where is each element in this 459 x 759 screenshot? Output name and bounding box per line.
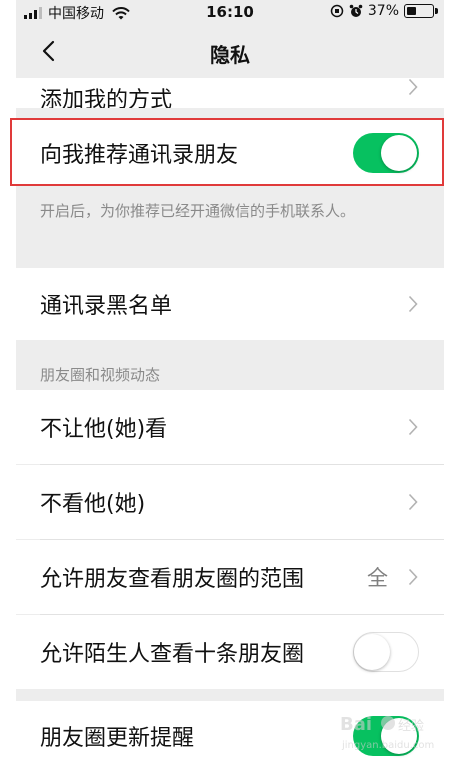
page-title: 隐私: [210, 43, 250, 67]
svg-text:经验: 经验: [398, 718, 424, 734]
row-label: 通讯录黑名单: [40, 294, 173, 319]
strangers-view-toggle[interactable]: [353, 632, 419, 672]
privacy-screen: 中国移动 16:10 37% 隐私 添加我的方式 向我推荐通讯录朋友 开启后，为…: [16, 0, 444, 759]
svg-text:Bai: Bai: [340, 714, 372, 735]
svg-text:jingyan.baidu.com: jingyan.baidu.com: [341, 740, 434, 751]
strangers-view-row: 允许陌生人查看十条朋友圈: [16, 615, 444, 689]
nav-bar: 隐私: [16, 26, 444, 78]
battery-fill: [407, 7, 416, 15]
chevron-right-icon: [408, 493, 418, 511]
battery-percent: 37%: [367, 3, 399, 19]
status-bar: 中国移动 16:10 37%: [16, 0, 444, 26]
hide-my-moments-row[interactable]: 不让他(她)看: [16, 390, 444, 464]
hide-their-moments-row[interactable]: 不看他(她): [16, 465, 444, 539]
row-label: 添加我的方式: [40, 88, 173, 108]
battery-icon: [404, 4, 438, 18]
watermark-logo: Bai 经验 jingyan.baidu.com: [340, 714, 434, 751]
row-label: 不看他(她): [40, 492, 146, 517]
highlight-box: [10, 118, 444, 186]
alarm-icon: [349, 4, 363, 17]
row-label: 不让他(她)看: [40, 417, 168, 442]
blacklist-row[interactable]: 通讯录黑名单: [16, 268, 444, 340]
recommend-note: 开启后，为你推荐已经开通微信的手机联系人。: [40, 202, 356, 220]
row-label: 朋友圈更新提醒: [40, 726, 195, 751]
chevron-right-icon: [408, 568, 418, 586]
moments-range-value: 全: [367, 566, 388, 590]
chevron-right-icon: [408, 418, 418, 436]
row-label: 允许朋友查看朋友圈的范围: [40, 567, 305, 592]
add-me-methods-row[interactable]: 添加我的方式: [16, 78, 444, 108]
chevron-right-icon: [408, 295, 418, 313]
orientation-lock-icon: [330, 4, 344, 18]
moments-section-header: 朋友圈和视频动态: [40, 366, 161, 384]
chevron-right-icon: [408, 78, 418, 96]
moments-range-row[interactable]: 允许朋友查看朋友圈的范围 全: [16, 540, 444, 614]
row-label: 允许陌生人查看十条朋友圈: [40, 642, 305, 667]
